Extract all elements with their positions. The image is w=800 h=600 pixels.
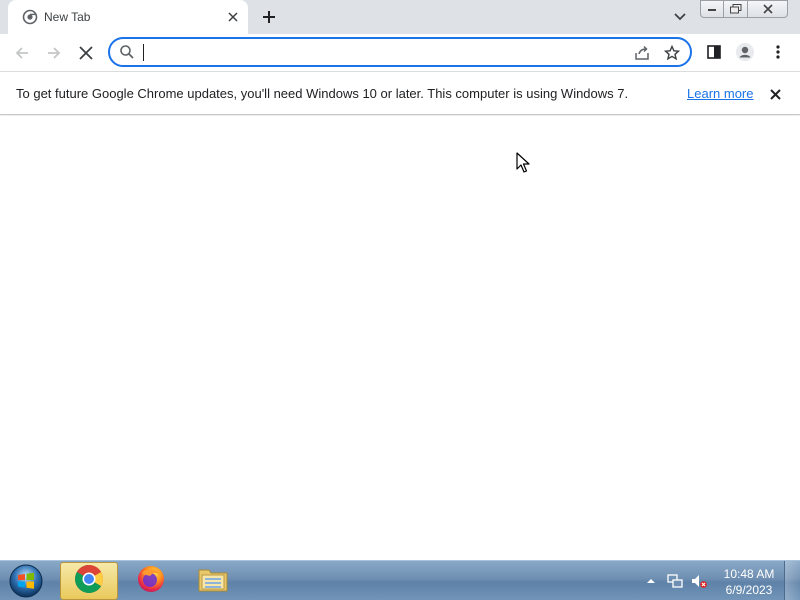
- forward-arrow-icon[interactable]: [41, 40, 67, 66]
- maximize-button[interactable]: [724, 0, 748, 18]
- tab-search-chevron-icon[interactable]: [670, 8, 690, 26]
- back-arrow-icon[interactable]: [9, 40, 35, 66]
- learn-more-link[interactable]: Learn more: [687, 86, 753, 101]
- start-orb-icon[interactable]: [6, 562, 46, 600]
- clock-date: 6/9/2023: [725, 583, 773, 597]
- system-tray: [640, 561, 720, 600]
- network-icon[interactable]: [667, 573, 683, 589]
- address-input[interactable]: [142, 42, 622, 62]
- mouse-pointer-icon: [516, 152, 532, 174]
- volume-muted-icon[interactable]: [691, 573, 707, 589]
- tab-new-tab[interactable]: New Tab: [8, 0, 248, 34]
- stop-loading-icon[interactable]: [73, 40, 99, 66]
- chrome-loading-favicon-icon: [22, 9, 38, 25]
- tab-title: New Tab: [44, 10, 91, 24]
- update-infobar: To get future Google Chrome updates, you…: [0, 71, 800, 115]
- close-window-button[interactable]: [748, 0, 788, 18]
- side-panel-icon[interactable]: [702, 40, 726, 64]
- taskbar-clock[interactable]: 10:48 AM 6/9/2023: [720, 566, 778, 598]
- file-explorer-icon: [197, 564, 229, 599]
- taskbar-chrome[interactable]: [60, 562, 118, 600]
- text-caret: [143, 44, 144, 61]
- search-icon: [119, 44, 135, 60]
- show-hidden-icons-icon[interactable]: [643, 573, 659, 589]
- tab-close-icon[interactable]: [224, 8, 242, 26]
- window-controls: [700, 0, 788, 18]
- new-tab-plus-icon[interactable]: [258, 6, 280, 28]
- show-desktop-button[interactable]: [784, 561, 800, 600]
- tab-strip: New Tab: [0, 0, 800, 34]
- minimize-button[interactable]: [700, 0, 724, 18]
- infobar-close-icon[interactable]: [766, 85, 784, 103]
- infobar-message: To get future Google Chrome updates, you…: [16, 86, 629, 101]
- address-bar[interactable]: [108, 37, 692, 67]
- firefox-icon: [136, 564, 166, 599]
- kebab-menu-icon[interactable]: [766, 40, 790, 64]
- share-icon[interactable]: [632, 43, 652, 63]
- windows-taskbar: 10:48 AM 6/9/2023: [0, 560, 800, 600]
- taskbar-file-explorer[interactable]: [184, 562, 242, 600]
- page-content[interactable]: [0, 116, 800, 560]
- bookmark-star-icon[interactable]: [662, 43, 682, 63]
- browser-toolbar: [0, 34, 800, 71]
- profile-avatar-icon[interactable]: [733, 40, 757, 64]
- chrome-icon: [74, 564, 104, 599]
- clock-time: 10:48 AM: [723, 567, 775, 581]
- taskbar-firefox[interactable]: [122, 562, 180, 600]
